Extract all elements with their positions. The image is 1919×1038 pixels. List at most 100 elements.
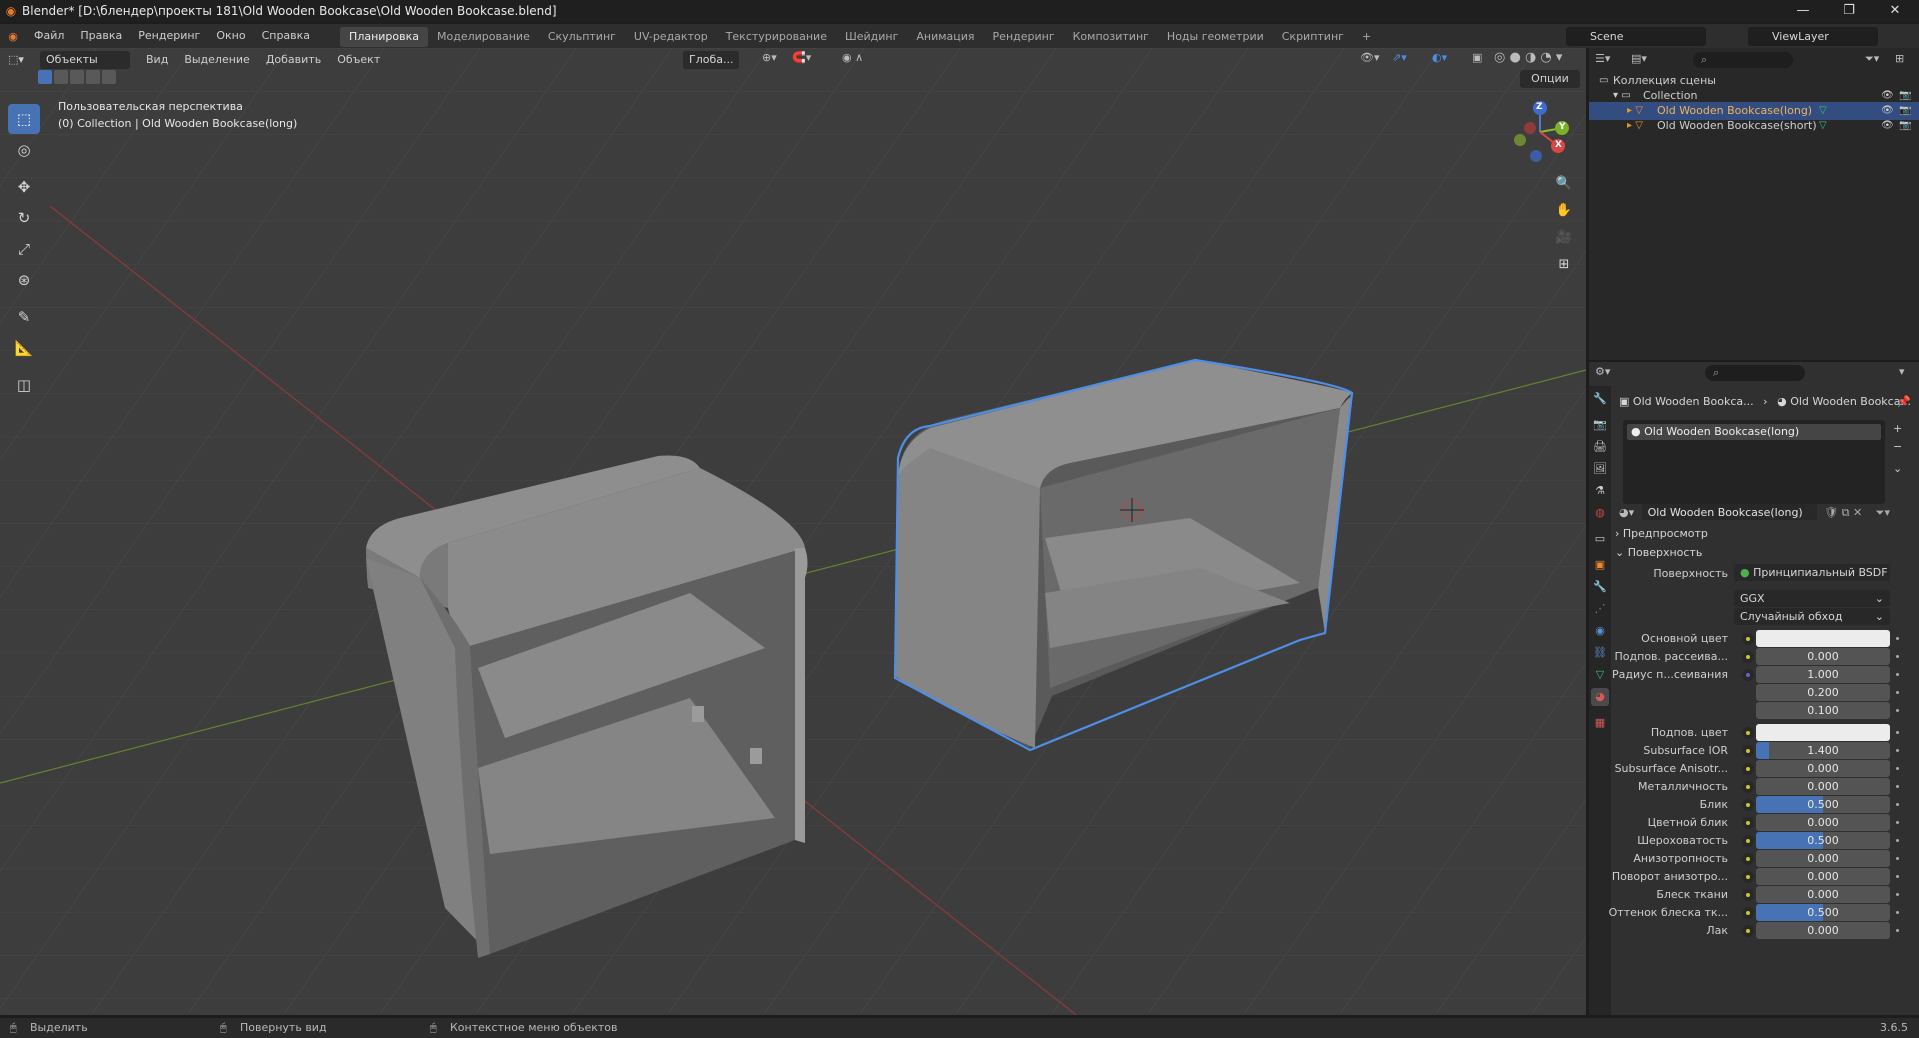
view-layer-selector[interactable]: ViewLayer bbox=[1748, 27, 1878, 46]
keyframe-dot-icon[interactable] bbox=[1896, 821, 1899, 824]
socket-link-icon[interactable] bbox=[1742, 669, 1754, 681]
number-field[interactable]: 0.000 bbox=[1756, 648, 1890, 665]
number-field[interactable]: 0.000 bbox=[1756, 778, 1890, 795]
number-field[interactable]: 1.400 bbox=[1756, 742, 1890, 759]
properties-search-input[interactable]: ⌕ bbox=[1705, 365, 1805, 381]
physics-tab-icon[interactable]: ◉ bbox=[1591, 622, 1609, 640]
properties-editor-icon[interactable]: ⚙▾ bbox=[1595, 365, 1610, 378]
view-layer-tab-icon[interactable]: 🖼 bbox=[1591, 460, 1609, 478]
pan-hand-icon[interactable]: ✋ bbox=[1552, 199, 1576, 223]
scene-selector[interactable]: Scene bbox=[1566, 27, 1706, 46]
select-new-icon[interactable] bbox=[38, 70, 52, 84]
browse-material-icon[interactable]: ◕▾ bbox=[1619, 506, 1634, 519]
gizmo-toggle-icon[interactable]: ⇗▾ bbox=[1392, 51, 1407, 64]
number-field[interactable]: 1.000 bbox=[1756, 666, 1890, 683]
outliner-editor-icon[interactable]: ☰▾ bbox=[1595, 52, 1610, 65]
workspace-tab-7[interactable]: Рендеринг bbox=[984, 27, 1064, 47]
annotate-tool[interactable]: ✎ bbox=[8, 302, 40, 332]
navigation-gizmo[interactable]: Z Y X bbox=[1508, 100, 1572, 164]
number-field[interactable]: 0.100 bbox=[1756, 702, 1890, 719]
color-swatch[interactable] bbox=[1756, 630, 1890, 647]
number-field[interactable]: 0.000 bbox=[1756, 868, 1890, 885]
number-field[interactable]: 0.500 bbox=[1756, 832, 1890, 849]
number-field[interactable]: 0.200 bbox=[1756, 684, 1890, 701]
scale-tool[interactable]: ⤢ bbox=[8, 234, 40, 264]
add-cube-tool[interactable]: ◫ bbox=[8, 370, 40, 400]
keyframe-dot-icon[interactable] bbox=[1896, 803, 1899, 806]
number-field[interactable]: 0.500 bbox=[1756, 904, 1890, 921]
menu-1[interactable]: Правка bbox=[72, 24, 130, 48]
rotate-tool[interactable]: ↻ bbox=[8, 203, 40, 233]
keyframe-dot-icon[interactable] bbox=[1896, 875, 1899, 878]
modifiers-tab-icon[interactable]: 🔧 bbox=[1591, 578, 1609, 596]
socket-link-icon[interactable] bbox=[1742, 817, 1754, 829]
data-tab-icon[interactable]: ▽ bbox=[1591, 666, 1609, 684]
breadcrumb-material[interactable]: Old Wooden Bookca... bbox=[1790, 395, 1911, 408]
breadcrumb-object[interactable]: Old Wooden Bookca... bbox=[1633, 395, 1754, 408]
keyframe-dot-icon[interactable] bbox=[1896, 929, 1899, 932]
keyframe-dot-icon[interactable] bbox=[1896, 785, 1899, 788]
workspace-tab-2[interactable]: Скульптинг bbox=[539, 27, 625, 47]
close-button[interactable]: ✕ bbox=[1872, 0, 1918, 22]
minimize-button[interactable]: — bbox=[1780, 0, 1826, 22]
measure-tool[interactable]: 📐 bbox=[8, 333, 40, 363]
material-name-field[interactable]: Old Wooden Bookcase(long) bbox=[1641, 504, 1817, 520]
number-field[interactable]: 0.000 bbox=[1756, 850, 1890, 867]
scene-tab-icon[interactable]: ⚗ bbox=[1591, 482, 1609, 500]
proportional-edit-icon[interactable]: ◉ ∧ bbox=[842, 51, 863, 64]
output-tab-icon[interactable]: 🖨 bbox=[1591, 438, 1609, 456]
keyframe-dot-icon[interactable] bbox=[1896, 839, 1899, 842]
workspace-tab-0[interactable]: Планировка bbox=[340, 27, 429, 47]
socket-link-icon[interactable] bbox=[1742, 651, 1754, 663]
viewport-menu-2[interactable]: Добавить bbox=[258, 48, 329, 72]
visibility-icon[interactable]: 👁▾ bbox=[1360, 51, 1380, 64]
number-field[interactable]: 0.000 bbox=[1756, 886, 1890, 903]
editor-type-icon[interactable]: ⬚▾ bbox=[0, 48, 32, 72]
pivot-icon[interactable]: ⊕▾ bbox=[762, 51, 777, 64]
snap-icon[interactable]: 🧲▾ bbox=[792, 51, 811, 64]
overlays-icon[interactable]: ◐▾ bbox=[1432, 51, 1447, 64]
mode-dropdown[interactable]: Объекты bbox=[40, 51, 130, 69]
socket-link-icon[interactable] bbox=[1742, 745, 1754, 757]
keyframe-dot-icon[interactable] bbox=[1896, 709, 1899, 712]
workspace-tab-3[interactable]: UV-редактор bbox=[625, 27, 717, 47]
socket-link-icon[interactable] bbox=[1742, 889, 1754, 901]
select-invert-icon[interactable] bbox=[86, 70, 100, 84]
socket-link-icon[interactable] bbox=[1742, 925, 1754, 937]
new-collection-icon[interactable]: ⊞ bbox=[1895, 52, 1904, 65]
transform-tool[interactable]: ⊛ bbox=[8, 265, 40, 295]
material-slots-list[interactable]: ● Old Wooden Bookcase(long) bbox=[1623, 420, 1885, 504]
viewport-menu-0[interactable]: Вид bbox=[138, 48, 176, 72]
camera-view-icon[interactable]: 🎥 bbox=[1552, 226, 1576, 250]
socket-link-icon[interactable] bbox=[1742, 633, 1754, 645]
keyframe-dot-icon[interactable] bbox=[1896, 893, 1899, 896]
socket-link-icon[interactable] bbox=[1742, 853, 1754, 865]
shading-modes-icon[interactable]: ◎ ● ◑ ◔ ▾ bbox=[1494, 50, 1562, 65]
socket-link-icon[interactable] bbox=[1742, 871, 1754, 883]
render-tab-icon[interactable]: 📷 bbox=[1591, 416, 1609, 434]
viewport-menu-1[interactable]: Выделение bbox=[176, 48, 258, 72]
workspace-tab-4[interactable]: Текстурирование bbox=[717, 27, 836, 47]
options-dropdown[interactable]: Опции bbox=[1520, 70, 1580, 88]
surface-shader-field[interactable]: ● Принципиальный BSDF bbox=[1734, 564, 1890, 581]
number-field[interactable]: 0.500 bbox=[1756, 796, 1890, 813]
keyframe-dot-icon[interactable] bbox=[1896, 749, 1899, 752]
number-field[interactable]: 0.000 bbox=[1756, 814, 1890, 831]
material-filter-icon[interactable]: ⏷▾ bbox=[1876, 506, 1890, 519]
select-box-tool[interactable]: ⬚ bbox=[8, 104, 40, 134]
object-tab-icon[interactable]: ▣ bbox=[1591, 556, 1609, 574]
fake-user-icon[interactable]: 🛡 bbox=[1824, 506, 1838, 519]
collection-tab-icon[interactable]: ▭ bbox=[1591, 530, 1609, 548]
workspace-tab-5[interactable]: Шейдинг bbox=[836, 27, 907, 47]
zoom-icon[interactable]: 🔍 bbox=[1552, 172, 1576, 196]
mesh-object-icon[interactable]: ▸ ▽ bbox=[1627, 117, 1643, 135]
world-tab-icon[interactable]: ◍ bbox=[1591, 504, 1609, 522]
properties-options-icon[interactable]: ▾ bbox=[1899, 365, 1905, 378]
xray-icon[interactable]: ▣ bbox=[1472, 51, 1482, 64]
move-tool[interactable]: ✥ bbox=[8, 172, 40, 202]
mesh-data-icon[interactable]: ▽ bbox=[1819, 117, 1827, 135]
filter-icon[interactable]: ⏷▾ bbox=[1865, 52, 1879, 66]
socket-link-icon[interactable] bbox=[1742, 799, 1754, 811]
distribution-dropdown[interactable]: GGX ⌄ bbox=[1734, 590, 1890, 607]
subsurface-method-dropdown[interactable]: Случайный обход ⌄ bbox=[1734, 608, 1890, 625]
